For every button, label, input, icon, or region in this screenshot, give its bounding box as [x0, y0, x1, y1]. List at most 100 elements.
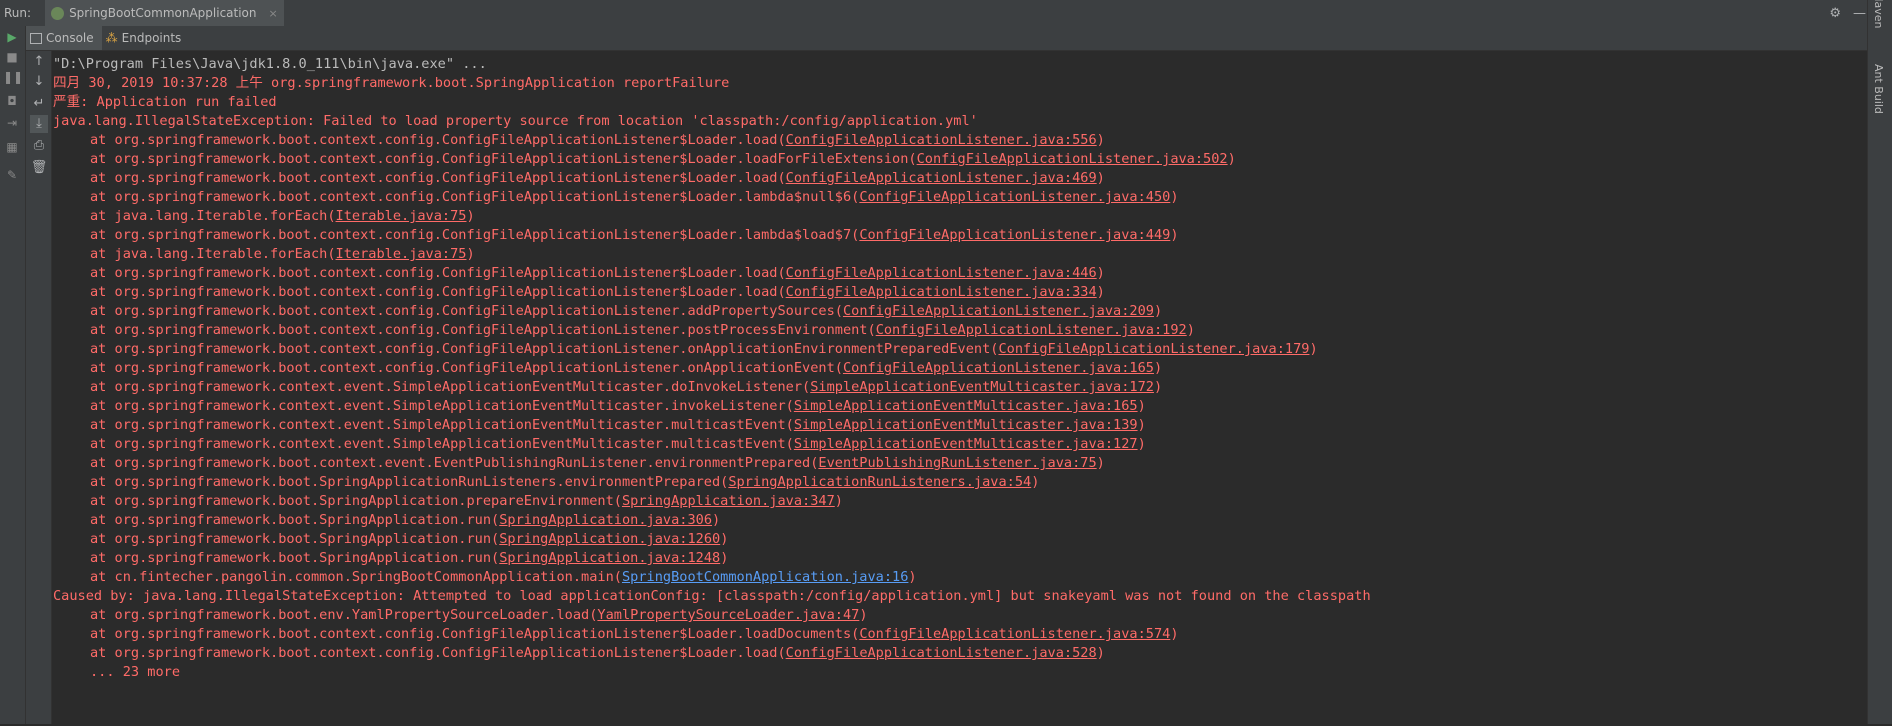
stack-frame-source-link[interactable]: SimpleApplicationEventMulticaster.java:1…: [794, 436, 1138, 452]
stack-frame-line: at org.springframework.boot.context.conf…: [53, 150, 1868, 169]
stack-frame-close-paren: ): [1031, 474, 1040, 490]
stack-frame-text: at org.springframework.boot.context.conf…: [90, 322, 876, 338]
console-more-line: ... 23 more: [90, 664, 181, 680]
stack-frame-close-paren: ): [1096, 132, 1105, 148]
close-icon[interactable]: ×: [269, 7, 278, 20]
stack-frame-line: at org.springframework.boot.context.conf…: [53, 264, 1868, 283]
stack-frame-text: at org.springframework.boot.SpringApplic…: [90, 474, 729, 490]
stack-frame-source-link[interactable]: ConfigFileApplicationListener.java:192: [876, 322, 1187, 338]
stack-frame-line: at org.springframework.context.event.Sim…: [53, 416, 1868, 435]
stack-frame-text: at org.springframework.context.event.Sim…: [90, 417, 794, 433]
stack-frame-close-paren: ): [834, 493, 843, 509]
stop-icon[interactable]: ■: [3, 48, 21, 66]
stack-frame-source-link[interactable]: ConfigFileApplicationListener.java:528: [786, 645, 1097, 661]
stack-frame-source-link[interactable]: SpringApplicationRunListeners.java:54: [728, 474, 1031, 490]
stack-frame-source-link[interactable]: ConfigFileApplicationListener.java:449: [859, 227, 1170, 243]
stack-frame-close-paren: ): [1186, 322, 1195, 338]
stack-frame-text: at org.springframework.context.event.Sim…: [90, 436, 794, 452]
stack-frame-source-link[interactable]: ConfigFileApplicationListener.java:209: [843, 303, 1154, 319]
stack-frame-line: at org.springframework.boot.context.conf…: [53, 188, 1868, 207]
stack-frame-source-link[interactable]: Iterable.java:75: [336, 246, 467, 262]
stack-frame-text: at org.springframework.boot.context.even…: [90, 455, 819, 471]
stack-frame-source-link[interactable]: ConfigFileApplicationListener.java:469: [786, 170, 1097, 186]
stack-frame-source-link[interactable]: SpringApplication.java:1260: [499, 531, 720, 547]
tab-console[interactable]: Console: [26, 26, 102, 50]
stack-frame-source-link[interactable]: ConfigFileApplicationListener.java:502: [917, 151, 1228, 167]
trash-icon[interactable]: 🗑: [30, 159, 48, 177]
stack-frame-line: at org.springframework.boot.context.conf…: [53, 131, 1868, 150]
stack-frame-line: at org.springframework.context.event.Sim…: [53, 435, 1868, 454]
stack-frame-source-link[interactable]: SimpleApplicationEventMulticaster.java:1…: [794, 417, 1138, 433]
pause-icon[interactable]: ❚❚: [3, 68, 23, 86]
stack-frame-source-link[interactable]: SpringApplication.java:347: [622, 493, 835, 509]
stack-frame-close-paren: ): [1096, 265, 1105, 281]
stack-frame-line: at org.springframework.boot.context.conf…: [53, 644, 1868, 663]
stack-frame-line: at java.lang.Iterable.forEach(Iterable.j…: [53, 245, 1868, 264]
stack-frame-text: at org.springframework.boot.SpringApplic…: [90, 531, 500, 547]
pin-icon[interactable]: ✎: [3, 166, 21, 184]
stack-frame-line: at org.springframework.boot.context.even…: [53, 454, 1868, 473]
layout-icon[interactable]: ▦: [3, 138, 21, 156]
stack-frame-text: at org.springframework.boot.context.conf…: [90, 303, 843, 319]
stack-frame-source-link[interactable]: ConfigFileApplicationListener.java:556: [786, 132, 1097, 148]
stack-frame-source-link[interactable]: ConfigFileApplicationListener.java:165: [843, 360, 1154, 376]
rerun-icon[interactable]: ▶: [3, 28, 21, 46]
stack-frame-text: at org.springframework.boot.context.conf…: [90, 284, 786, 300]
console-severe-line: 严重: Application run failed: [53, 94, 277, 110]
stack-frame-source-link[interactable]: Iterable.java:75: [336, 208, 467, 224]
stack-frame-close-paren: ): [859, 607, 868, 623]
stack-frame-close-paren: ): [1309, 341, 1318, 357]
stack-frame-source-link[interactable]: EventPublishingRunListener.java:75: [818, 455, 1096, 471]
stack-frame-text: at org.springframework.boot.context.conf…: [90, 265, 786, 281]
stack-frame-source-link[interactable]: ConfigFileApplicationListener.java:574: [859, 626, 1170, 642]
stack-frame-line: at org.springframework.boot.context.conf…: [53, 359, 1868, 378]
stack-frame-source-link[interactable]: ConfigFileApplicationListener.java:179: [998, 341, 1309, 357]
stack-frame-source-link[interactable]: SimpleApplicationEventMulticaster.java:1…: [810, 379, 1154, 395]
stack-frame-close-paren: ): [1096, 284, 1105, 300]
console-command-line: "D:\Program Files\Java\jdk1.8.0_111\bin\…: [53, 56, 487, 72]
console-output[interactable]: "D:\Program Files\Java\jdk1.8.0_111\bin\…: [53, 53, 1868, 726]
run-side-toolbar: ▶ ■ ❚❚ ◘ ⇥ ▦ ✎: [0, 26, 26, 724]
stack-frame-text: at org.springframework.boot.SpringApplic…: [90, 493, 622, 509]
tab-endpoints[interactable]: ⁂ Endpoints: [102, 26, 190, 50]
print-icon[interactable]: ⎙: [30, 137, 48, 155]
stack-frame-line: at org.springframework.boot.SpringApplic…: [53, 530, 1868, 549]
stack-frame-text: at org.springframework.boot.context.conf…: [90, 227, 860, 243]
gear-icon[interactable]: ⚙: [1829, 6, 1841, 21]
run-config-tab[interactable]: SpringBootCommonApplication ×: [45, 0, 284, 26]
stack-frame-close-paren: ): [1137, 398, 1146, 414]
stack-frame-close-paren: ): [466, 246, 475, 262]
stack-frame-close-paren: ): [1153, 303, 1163, 319]
exit-icon[interactable]: ⇥: [3, 114, 21, 132]
stack-frame-source-link[interactable]: ConfigFileApplicationListener.java:446: [786, 265, 1097, 281]
endpoints-icon: ⁂: [105, 31, 118, 45]
stack-frame-text: at org.springframework.boot.env.YamlProp…: [90, 607, 598, 623]
stack-frame-text: at org.springframework.boot.context.conf…: [90, 341, 999, 357]
stack-frame-source-link[interactable]: ConfigFileApplicationListener.java:334: [786, 284, 1097, 300]
stack-frame-line: at org.springframework.context.event.Sim…: [53, 397, 1868, 416]
arrow-down-icon[interactable]: ↓: [30, 73, 48, 91]
stack-frame-text: at cn.fintecher.pangolin.common.SpringBo…: [90, 569, 622, 585]
stack-frame-source-link[interactable]: SpringApplication.java:306: [499, 512, 712, 528]
stack-frame-text: at org.springframework.context.event.Sim…: [90, 379, 811, 395]
stack-frame-source-link[interactable]: SimpleApplicationEventMulticaster.java:1…: [794, 398, 1138, 414]
stack-frame-source-link[interactable]: ConfigFileApplicationListener.java:450: [859, 189, 1170, 205]
stack-frame-source-link[interactable]: SpringApplication.java:1248: [499, 550, 720, 566]
stack-frame-source-link[interactable]: SpringBootCommonApplication.java:16: [622, 569, 908, 585]
stack-frame-text: at java.lang.Iterable.forEach(: [90, 246, 336, 262]
console-log-line: 四月 30, 2019 10:37:28 上午 org.springframew…: [53, 75, 730, 91]
stack-frame-close-paren: ): [1137, 436, 1146, 452]
stack-frame-source-link[interactable]: YamlPropertySourceLoader.java:47: [597, 607, 859, 623]
soft-wrap-icon[interactable]: ↵: [30, 95, 48, 113]
ant-build-tool-label[interactable]: Ant Build: [1872, 64, 1885, 114]
minimize-icon[interactable]: —: [1853, 6, 1866, 21]
scroll-to-end-icon[interactable]: ⤓: [30, 115, 48, 133]
stack-frame-close-paren: ): [1153, 360, 1163, 376]
arrow-up-icon[interactable]: ↑: [30, 53, 48, 71]
spring-boot-icon: [51, 6, 65, 20]
maven-tool-label[interactable]: Maven: [1872, 0, 1885, 28]
camera-icon[interactable]: ◘: [3, 92, 21, 110]
stack-frame-line: at java.lang.Iterable.forEach(Iterable.j…: [53, 207, 1868, 226]
tab-console-label: Console: [46, 31, 94, 45]
stack-frame-close-paren: ): [466, 208, 475, 224]
